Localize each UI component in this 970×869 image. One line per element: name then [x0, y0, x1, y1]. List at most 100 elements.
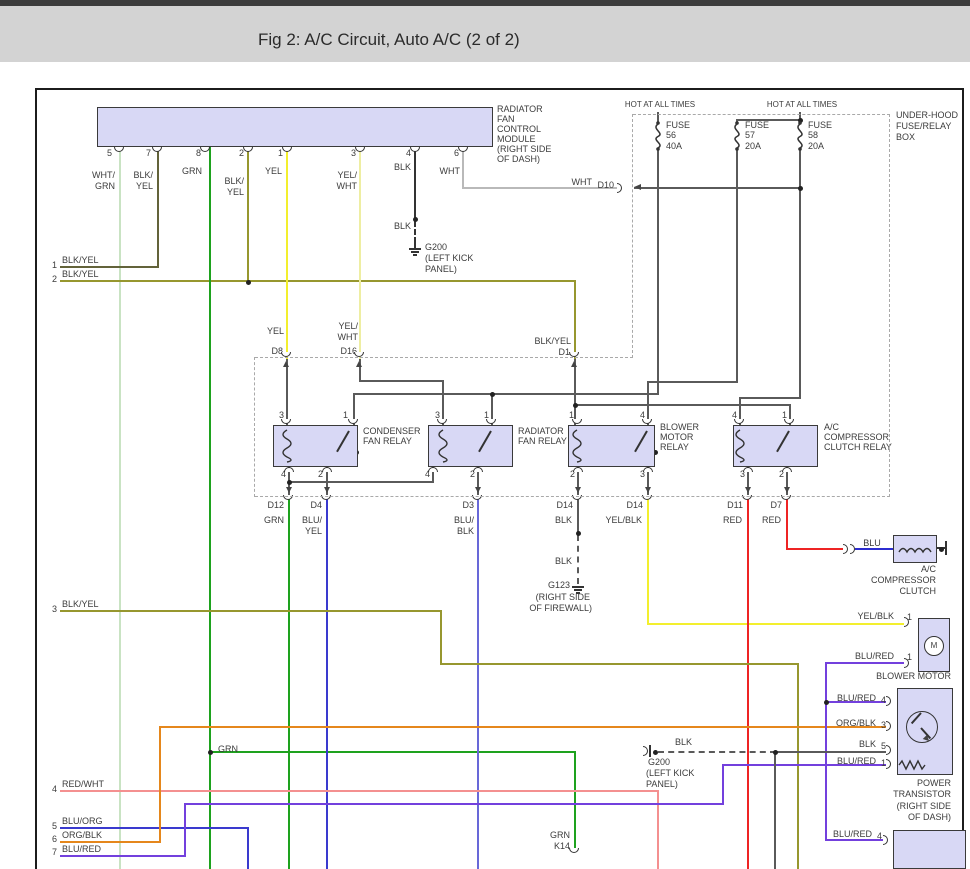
diagram-label: CLUTCH	[899, 586, 936, 596]
diagram-label: WHT	[337, 181, 358, 191]
connector-icon	[617, 183, 622, 193]
diagram-label: OF FIREWALL)	[529, 603, 592, 613]
diagram-label: COMPRESSOR	[871, 575, 936, 585]
diagram-label: G123	[548, 580, 570, 590]
wire-segment	[825, 662, 907, 664]
diagram-label: BLU/	[454, 515, 474, 525]
fuse-relay-box-boundary-top-lower	[255, 357, 633, 358]
diagram-label: D4	[310, 500, 322, 510]
diagram-label: 20A	[808, 141, 824, 151]
diagram-label: CONDENSER	[363, 426, 421, 436]
connector-icon	[114, 147, 124, 152]
wire-segment	[774, 751, 776, 869]
wire-segment	[247, 147, 249, 282]
junction-dot	[824, 700, 829, 705]
connector-icon	[643, 467, 653, 472]
wire-segment	[722, 764, 724, 805]
wire-segment	[786, 497, 788, 550]
wire-segment	[855, 548, 893, 550]
wire-segment	[574, 359, 576, 426]
wire-segment	[60, 841, 161, 843]
connector-icon	[886, 696, 891, 706]
wire-segment	[747, 497, 749, 869]
diagram-label: BLK/YEL	[62, 599, 99, 609]
fuse-relay-box-boundary-left-lower	[254, 357, 255, 497]
diagram-label: 1	[52, 260, 57, 270]
diagram-label: 56	[666, 130, 676, 140]
wire-segment	[440, 610, 442, 665]
diagram-label: GRN	[182, 166, 202, 176]
diagram-label: 4	[52, 784, 57, 794]
diagram-label: G200	[648, 757, 670, 767]
wire-segment	[657, 790, 659, 869]
connector-icon	[886, 759, 891, 769]
fuse-relay-box-boundary-left-upper	[632, 114, 633, 358]
wire-segment	[736, 149, 738, 382]
resistor-icon	[898, 759, 926, 771]
ground-icon	[408, 248, 422, 257]
diagram-label: 57	[745, 130, 755, 140]
wire-segment	[159, 726, 886, 728]
junction-dot	[246, 280, 251, 285]
ground-icon	[571, 586, 585, 595]
diagram-label: HOT AT ALL TIMES	[625, 100, 695, 110]
diagram-label: HOT AT ALL TIMES	[767, 100, 837, 110]
diagram-label: FUSE	[745, 120, 769, 130]
connector-icon	[458, 147, 468, 152]
diagram-label: A/C	[824, 422, 839, 432]
junction-dot	[573, 403, 578, 408]
connector-icon	[572, 419, 582, 424]
diagram-label: D12	[267, 500, 284, 510]
diagram-label: BLU/RED	[833, 829, 872, 839]
diagram-label: 4	[877, 831, 882, 841]
diagram-label: OF DASH)	[497, 154, 540, 164]
arrow-down-icon	[575, 487, 581, 493]
diagram-label: D14	[556, 500, 573, 510]
junction-dot	[653, 750, 658, 755]
diagram-label: YEL/BLK	[857, 611, 894, 621]
junction-dot	[773, 750, 778, 755]
diagram-label: WHT	[440, 166, 461, 176]
diagram-label: 40A	[666, 141, 682, 151]
diagram-label: YEL	[265, 166, 282, 176]
diagram-label: BLU/RED	[837, 756, 876, 766]
wire-segment	[60, 827, 249, 829]
wire-segment	[184, 803, 724, 805]
diagram-label: YEL/BLK	[605, 515, 642, 525]
connector-icon	[904, 658, 909, 668]
junction-dot	[413, 217, 418, 222]
diagram-label: FAN RELAY	[518, 436, 567, 446]
diagram-label: BLK/YEL	[62, 255, 99, 265]
wire-segment	[574, 404, 790, 406]
connector-icon	[784, 419, 794, 424]
fuse-icon	[731, 120, 743, 152]
diagram-label: MODULE	[497, 134, 536, 144]
diagram-label: (LEFT KICK	[425, 253, 473, 263]
diagram-label: WHT	[572, 177, 593, 187]
relay-coil-icon	[437, 429, 449, 463]
wire-segment	[462, 187, 620, 189]
diagram-label: FUSE	[666, 120, 690, 130]
wire-segment	[210, 751, 576, 753]
connector-icon	[642, 419, 652, 424]
diagram-label: CLUTCH RELAY	[824, 442, 892, 452]
wire-segment	[658, 751, 776, 753]
diagram-label: BLK/	[224, 176, 244, 186]
wire-segment	[577, 497, 579, 533]
diagram-label: GRN	[550, 830, 570, 840]
connector-icon	[743, 467, 753, 472]
connector-icon	[284, 467, 294, 472]
connector-icon	[904, 617, 909, 627]
wire-segment	[647, 381, 738, 383]
diagram-label: BLK	[457, 526, 474, 536]
diagram-label: BLU	[863, 538, 881, 548]
diagram-label: A/C	[921, 564, 936, 574]
diagram-label: BLK	[555, 515, 572, 525]
connector-icon	[886, 721, 891, 731]
diagram-label: POWER	[917, 778, 951, 788]
wire-segment	[462, 147, 464, 189]
diagram-label: FAN	[497, 114, 515, 124]
diagram-label: BLK	[555, 556, 572, 566]
diagram-label: BLU/RED	[837, 693, 876, 703]
wire-segment	[60, 855, 186, 857]
